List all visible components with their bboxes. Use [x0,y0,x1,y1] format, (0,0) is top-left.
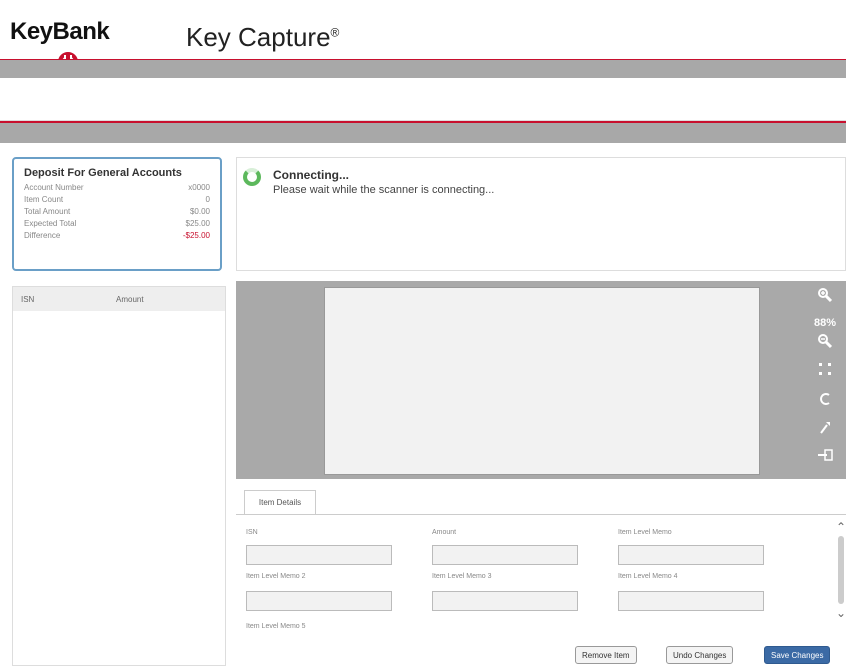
item-details-form: ISN Amount Item Level Memo Item Level Me… [236,514,846,633]
column-isn[interactable]: ISN [21,295,116,304]
memo4-label: Item Level Memo 4 [618,573,678,580]
zoom-out-icon[interactable] [804,333,846,352]
connection-message: Please wait while the scanner is connect… [273,184,495,196]
viewer-toolbar: 88% [804,281,846,479]
item-details-panel: Item Details ISN Amount Item Level Memo … [236,490,846,640]
deposit-row-difference: Difference -$25.00 [24,231,210,240]
item-list-panel: ISN Amount [12,286,226,666]
connection-status-panel: Connecting... Please wait while the scan… [236,157,846,271]
memo-label: Item Level Memo [618,529,672,536]
memo3-field[interactable] [432,591,578,611]
isn-field[interactable] [246,545,392,565]
tab-item-details[interactable]: Item Details [244,490,316,514]
loading-spinner-icon [243,168,261,186]
deposit-row-account: Account Number x0000 [24,183,210,192]
deposit-summary: Deposit For General Accounts Account Num… [12,157,222,271]
rotate-icon[interactable] [804,391,846,410]
fit-icon[interactable] [804,361,846,380]
app-title: Key Capture® [186,22,340,52]
scroll-up-icon[interactable]: ⌃ [836,520,846,534]
memo-field[interactable] [618,545,764,565]
item-list-header: ISN Amount [13,287,225,311]
amount-field[interactable] [432,545,578,565]
header-gray-band-bottom [0,123,846,143]
connection-title: Connecting... [273,168,349,182]
pin-icon[interactable] [804,419,846,438]
deposit-title: Deposit For General Accounts [24,167,182,179]
deposit-row-total: Total Amount $0.00 [24,207,210,216]
undo-changes-button[interactable]: Undo Changes [666,646,734,664]
image-viewer: 88% [236,281,846,479]
zoom-in-icon[interactable] [804,287,846,306]
save-changes-button[interactable]: Save Changes [764,646,831,664]
registered-mark: ® [330,25,340,40]
app-header: KeyBank Key Capture® [0,0,846,72]
deposit-row-expected: Expected Total $25.00 [24,219,210,228]
nav-bar [0,78,846,121]
scrollbar-thumb[interactable] [838,536,844,604]
check-image-area [324,287,760,475]
isn-label: ISN [246,529,258,536]
zoom-level: 88% [813,317,837,329]
keybank-logo: KeyBank [10,18,110,45]
header-gray-band-top [0,60,846,78]
remove-item-button[interactable]: Remove Item [575,646,637,664]
column-amount[interactable]: Amount [116,295,144,304]
memo3-label: Item Level Memo 3 [432,573,492,580]
memo2-field[interactable] [246,591,392,611]
memo5-label: Item Level Memo 5 [246,623,306,630]
deposit-row-item-count: Item Count 0 [24,195,210,204]
scroll-down-icon[interactable]: ⌄ [836,606,846,620]
memo2-label: Item Level Memo 2 [246,573,306,580]
exit-icon[interactable] [804,447,846,466]
amount-label: Amount [432,529,457,536]
memo4-field[interactable] [618,591,764,611]
